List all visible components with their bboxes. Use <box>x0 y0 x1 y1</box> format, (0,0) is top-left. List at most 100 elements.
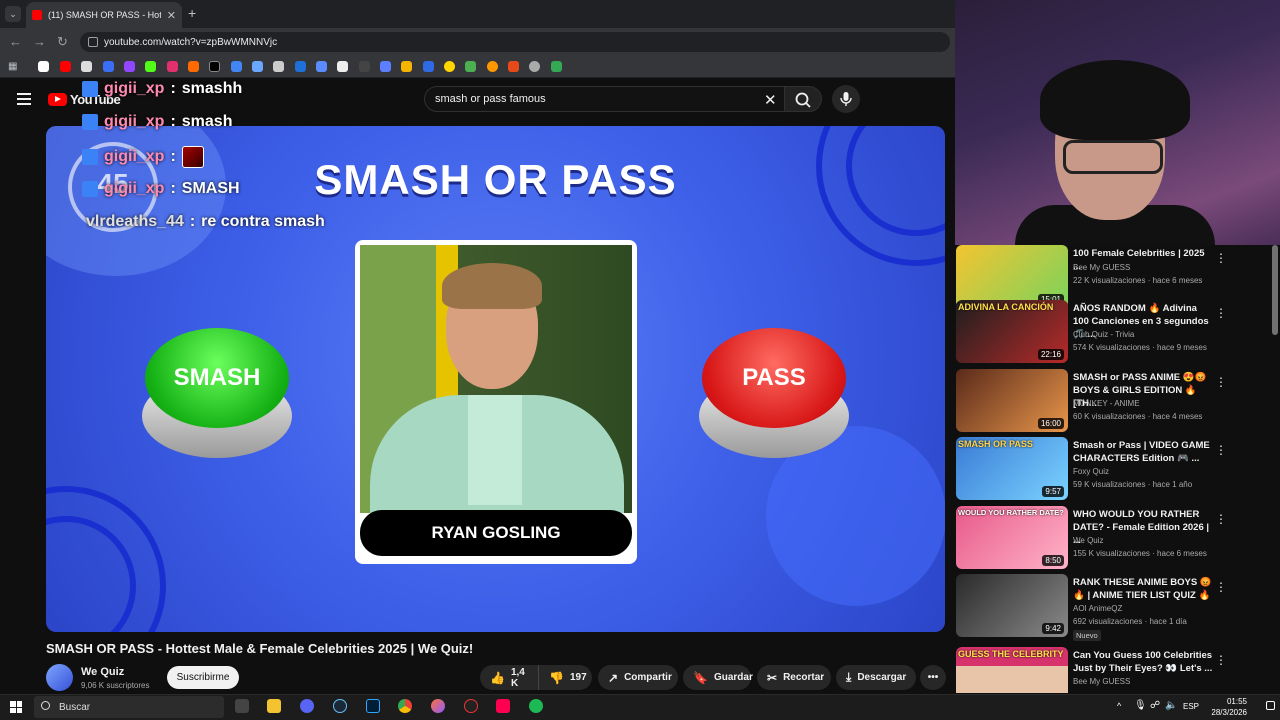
voice-search-button[interactable] <box>832 85 860 113</box>
bookmark-icon[interactable] <box>508 61 519 72</box>
new-tab-button[interactable]: + <box>188 5 196 21</box>
spotify-icon[interactable] <box>529 699 543 713</box>
video-thumbnail[interactable]: 16:00 <box>956 369 1068 432</box>
photoshop-icon[interactable] <box>366 699 380 713</box>
channel-name[interactable]: We Quiz <box>81 666 124 678</box>
bookmark-icon[interactable] <box>103 61 114 72</box>
bookmark-kick-icon[interactable] <box>145 61 156 72</box>
bookmark-icon[interactable] <box>316 61 327 72</box>
recommendation-item[interactable]: 9:42 RANK THESE ANIME BOYS 😡🔥 | ANIME TI… <box>956 574 1276 641</box>
recommendations-scrollbar[interactable] <box>1272 245 1278 335</box>
recommendation-channel[interactable]: Club Quiz - Trivia <box>1073 330 1134 339</box>
taskbar-app-icon[interactable] <box>431 699 445 713</box>
bookmark-icon[interactable] <box>295 61 306 72</box>
recommendation-title[interactable]: Smash or Pass | VIDEO GAME CHARACTERS Ed… <box>1073 439 1213 465</box>
chrome-icon[interactable] <box>398 699 412 713</box>
bookmark-icon[interactable] <box>444 61 455 72</box>
subscribe-button[interactable]: Suscribirme <box>167 666 239 689</box>
share-button[interactable]: ↗ Compartir <box>598 665 678 690</box>
video-player[interactable]: SMASH OR PASS SMASH PASS RYAN GOSLING <box>46 126 945 632</box>
bookmark-youtube-icon[interactable] <box>60 61 71 72</box>
browser-tab[interactable]: (11) SMASH OR PASS - Hottest ✕ <box>26 2 182 28</box>
more-options-icon[interactable]: ⋮ <box>1215 443 1227 457</box>
video-thumbnail[interactable]: 15:01 <box>956 245 1068 308</box>
bookmark-translate-icon[interactable] <box>231 61 242 72</box>
bookmark-icon[interactable] <box>252 61 263 72</box>
tray-chevron-icon[interactable]: ^ <box>1117 701 1121 711</box>
clip-button[interactable]: ✂ Recortar <box>757 665 831 690</box>
recommendation-channel[interactable]: MONKEY - ANIME <box>1073 399 1140 408</box>
bookmark-icon[interactable] <box>273 61 284 72</box>
reload-icon[interactable]: ↻ <box>57 34 68 50</box>
steam-icon[interactable] <box>333 699 347 713</box>
system-clock[interactable]: 01:55 28/3/2026 <box>1205 696 1247 718</box>
windows-start-icon[interactable] <box>10 701 22 713</box>
forward-arrow-icon[interactable]: → <box>33 34 46 49</box>
recommendation-channel[interactable]: AOI AnimeQZ <box>1073 604 1122 613</box>
recommendation-title[interactable]: Can You Guess 100 Celebrities Just by Th… <box>1073 649 1213 675</box>
download-button[interactable]: ⤓ Descargar <box>836 665 916 690</box>
notifications-icon[interactable] <box>1266 701 1275 710</box>
more-options-icon[interactable]: ⋮ <box>1215 306 1227 320</box>
video-thumbnail[interactable]: SMASH OR PASS 9:57 <box>956 437 1068 500</box>
more-options-icon[interactable]: ⋮ <box>1215 653 1227 667</box>
recommendation-channel[interactable]: Foxy Quiz <box>1073 467 1109 476</box>
recommendation-item[interactable]: SMASH OR PASS 9:57 Smash or Pass | VIDEO… <box>956 437 1276 501</box>
bookmark-icon[interactable] <box>81 61 92 72</box>
bookmark-icon[interactable] <box>529 61 540 72</box>
recommendation-channel[interactable]: We Quiz <box>1073 536 1104 545</box>
video-thumbnail[interactable]: 9:42 <box>956 574 1068 637</box>
bookmark-notion-icon[interactable] <box>337 61 348 72</box>
apps-grid-icon[interactable]: ▦ <box>8 61 19 72</box>
file-explorer-icon[interactable] <box>267 699 281 713</box>
bookmark-instagram-icon[interactable] <box>167 61 178 72</box>
tab-close-icon[interactable]: ✕ <box>167 9 176 22</box>
recommendation-item[interactable]: WOULD YOU RATHER DATE? 8:50 WHO WOULD YO… <box>956 506 1276 570</box>
volume-icon[interactable]: 🔈 <box>1165 700 1177 711</box>
more-actions-button[interactable]: ••• <box>920 665 946 690</box>
more-options-icon[interactable]: ⋮ <box>1215 251 1227 265</box>
bookmark-icon[interactable] <box>359 61 370 72</box>
hamburger-menu-icon[interactable] <box>17 93 31 105</box>
taskbar-search-input[interactable]: Buscar <box>34 696 224 718</box>
recommendation-title[interactable]: RANK THESE ANIME BOYS 😡🔥 | ANIME TIER LI… <box>1073 576 1213 602</box>
network-icon[interactable]: ☍ <box>1150 700 1160 711</box>
tab-list-button[interactable]: ⌄ <box>5 6 21 22</box>
recommendation-item[interactable]: 16:00 SMASH or PASS ANIME 😍😡 BOYS & GIRL… <box>956 369 1276 433</box>
like-button[interactable]: 👍 1,4 K <box>480 665 538 690</box>
recommendation-item[interactable]: ADIVINA LA CANCIÓN 22:16 AÑOS RANDOM 🔥 A… <box>956 300 1276 364</box>
more-options-icon[interactable]: ⋮ <box>1215 580 1227 594</box>
recommendation-channel[interactable]: Bee My GUESS <box>1073 263 1130 272</box>
bookmark-x-icon[interactable] <box>209 61 220 72</box>
bookmark-icon[interactable] <box>487 61 498 72</box>
back-arrow-icon[interactable]: ← <box>9 34 22 49</box>
taskbar-app-icon[interactable] <box>464 699 478 713</box>
address-bar[interactable]: youtube.com/watch?v=zpBwWMNNVjc <box>80 32 950 52</box>
video-thumbnail[interactable]: WOULD YOU RATHER DATE? 8:50 <box>956 506 1068 569</box>
language-indicator[interactable]: ESP <box>1183 702 1199 711</box>
more-options-icon[interactable]: ⋮ <box>1215 375 1227 389</box>
bookmark-icon[interactable] <box>401 61 412 72</box>
bookmark-twitch-icon[interactable] <box>124 61 135 72</box>
channel-avatar[interactable] <box>46 664 73 691</box>
bookmark-icon[interactable] <box>188 61 199 72</box>
search-input[interactable]: smash or pass famous <box>424 86 786 112</box>
site-info-icon[interactable] <box>88 37 98 47</box>
taskbar-app-icon[interactable] <box>235 699 249 713</box>
video-thumbnail[interactable]: ADIVINA LA CANCIÓN 22:16 <box>956 300 1068 363</box>
bookmark-icon[interactable] <box>423 61 434 72</box>
bookmark-icon[interactable] <box>380 61 391 72</box>
dislike-button[interactable]: 👎 197 <box>538 665 592 690</box>
save-button[interactable]: 🔖 Guardar <box>683 665 753 690</box>
clear-search-icon[interactable]: ✕ <box>764 91 777 109</box>
microphone-tray-icon[interactable]: 🎙 <box>1134 700 1147 711</box>
bookmark-sheets-icon[interactable] <box>551 61 562 72</box>
recommendation-item[interactable]: GUESS THE CELEBRITY Can You Guess 100 Ce… <box>956 647 1276 693</box>
recommendation-channel[interactable]: Bee My GUESS <box>1073 677 1130 686</box>
more-options-icon[interactable]: ⋮ <box>1215 512 1227 526</box>
bookmark-google-icon[interactable] <box>38 61 49 72</box>
tiktok-icon[interactable] <box>496 699 510 713</box>
discord-icon[interactable] <box>300 699 314 713</box>
bookmark-icon[interactable] <box>465 61 476 72</box>
video-thumbnail[interactable]: GUESS THE CELEBRITY <box>956 647 1068 693</box>
